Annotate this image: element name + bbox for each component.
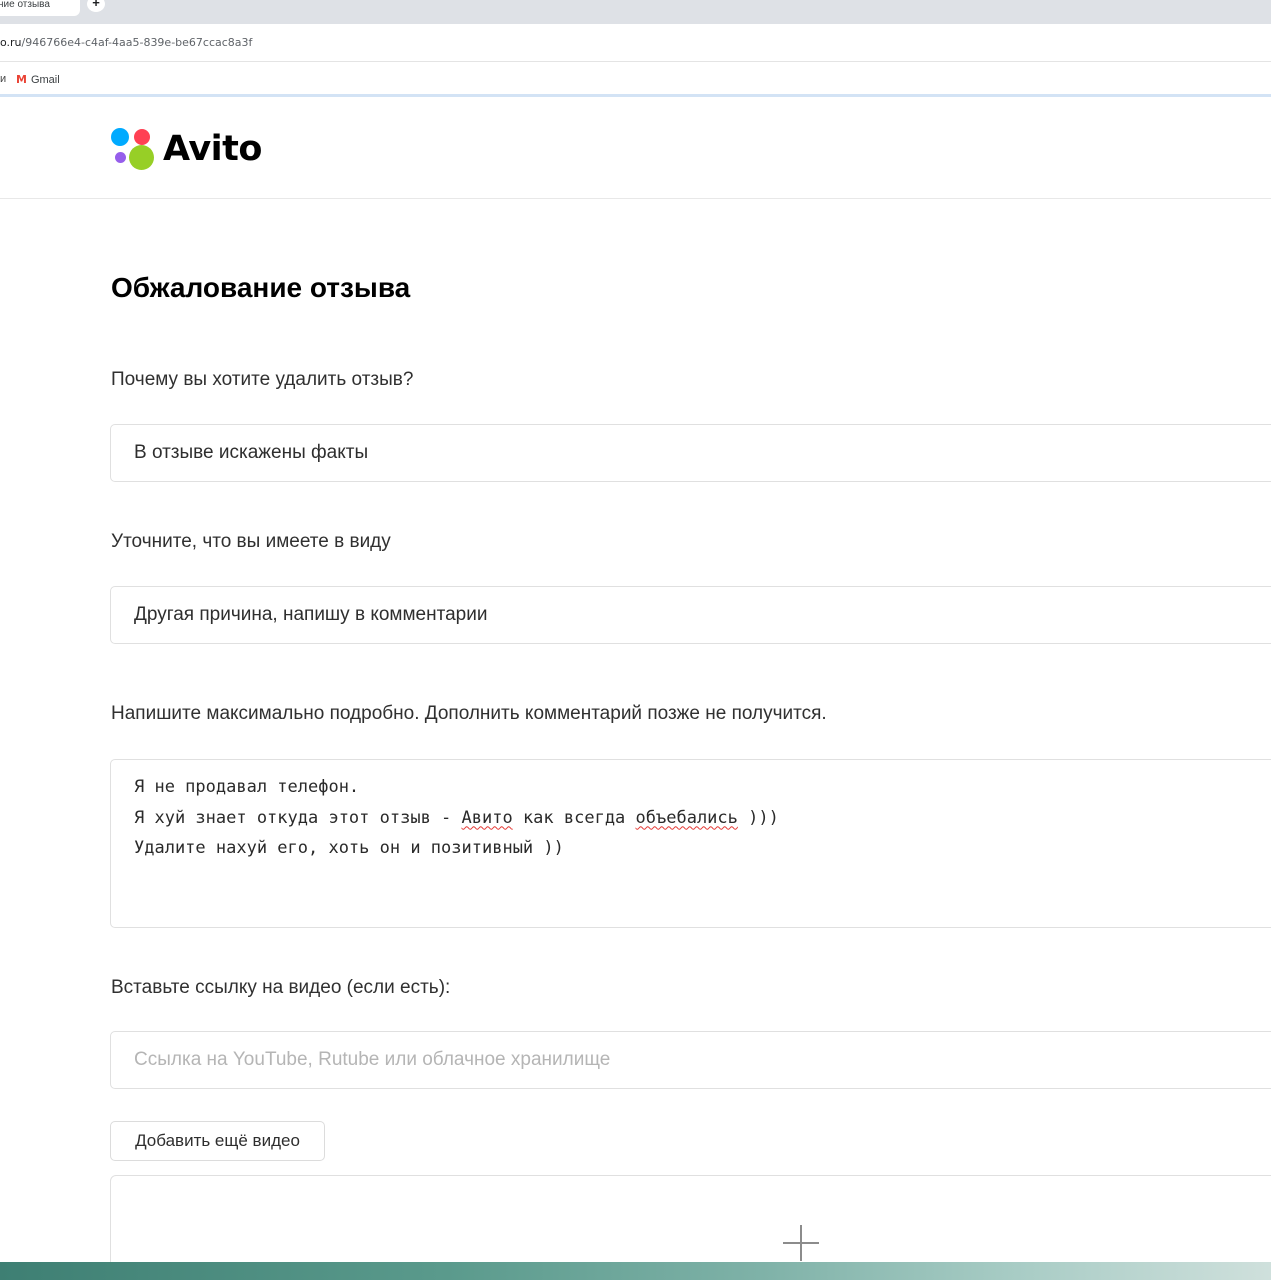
bookmark-gmail-label: Gmail bbox=[30, 73, 60, 86]
browser-tab-strip: ние отзыва + bbox=[0, 0, 1271, 24]
plus-icon[interactable] bbox=[783, 1225, 819, 1261]
reason-select[interactable]: В отзыве искажены факты bbox=[110, 424, 1271, 482]
desktop-taskbar bbox=[0, 1262, 1271, 1280]
logo-dot-blue bbox=[111, 128, 129, 146]
clarify-select[interactable]: Другая причина, напишу в комментарии bbox=[110, 586, 1271, 644]
url-text: o.ru/946766e4-c4af-4aa5-839e-be67ccac8a3… bbox=[0, 36, 252, 49]
reason-label: Почему вы хотите удалить отзыв? bbox=[111, 369, 414, 390]
comment-line: Я не продавал телефон. bbox=[134, 777, 360, 797]
add-video-button[interactable]: Добавить ещё видео bbox=[110, 1121, 325, 1161]
logo-text: Avito bbox=[163, 129, 262, 169]
bookmark-item-clipped[interactable]: и bbox=[0, 73, 6, 85]
url-host: o.ru bbox=[0, 36, 22, 49]
comment-label: Напишите максимально подробно. Дополнить… bbox=[111, 703, 827, 724]
video-link-input[interactable]: Ссылка на YouTube, Rutube или облачное х… bbox=[110, 1031, 1271, 1089]
clarify-label: Уточните, что вы имеете в виду bbox=[111, 531, 391, 552]
video-link-placeholder: Ссылка на YouTube, Rutube или облачное х… bbox=[134, 1049, 611, 1070]
logo-dot-red bbox=[134, 129, 150, 145]
comment-text: как всегда bbox=[512, 807, 636, 828]
comment-text: Я хуй знает откуда этот отзыв - bbox=[134, 807, 462, 828]
browser-tab-title: ние отзыва bbox=[0, 0, 50, 10]
avito-logo[interactable]: Avito bbox=[110, 127, 262, 171]
address-bar[interactable]: o.ru/946766e4-c4af-4aa5-839e-be67ccac8a3… bbox=[0, 24, 1271, 62]
new-tab-button[interactable]: + bbox=[87, 0, 105, 12]
plus-icon: + bbox=[92, 0, 100, 10]
bookmark-gmail[interactable]: M Gmail bbox=[16, 73, 60, 86]
gmail-icon: M bbox=[16, 73, 27, 86]
url-path: /946766e4-c4af-4aa5-839e-be67ccac8a3f bbox=[21, 36, 253, 49]
logo-dot-purple bbox=[115, 152, 126, 163]
misspelled-word: объебались bbox=[635, 807, 738, 828]
avito-logo-dots-icon bbox=[110, 127, 154, 171]
video-label: Вставьте ссылку на видео (если есть): bbox=[111, 977, 451, 998]
comment-textarea[interactable]: Я не продавал телефон. Я хуй знает откуда… bbox=[110, 759, 1271, 928]
clarify-select-value: Другая причина, напишу в комментарии bbox=[134, 604, 488, 625]
site-header: Avito bbox=[0, 97, 1271, 199]
browser-tab[interactable]: ние отзыва bbox=[0, 0, 80, 16]
bookmarks-bar: и M Gmail bbox=[0, 62, 1271, 94]
comment-line: Удалите нахуй его, хоть он и позитивный … bbox=[134, 838, 564, 858]
page-title: Обжалование отзыва bbox=[111, 272, 411, 303]
comment-line: Я хуй знает откуда этот отзыв - Авито ка… bbox=[134, 803, 1266, 834]
reason-select-value: В отзыве искажены факты bbox=[134, 442, 369, 463]
comment-text: ))) bbox=[737, 807, 779, 828]
logo-dot-green bbox=[129, 145, 154, 170]
misspelled-word: Авито bbox=[461, 807, 513, 828]
